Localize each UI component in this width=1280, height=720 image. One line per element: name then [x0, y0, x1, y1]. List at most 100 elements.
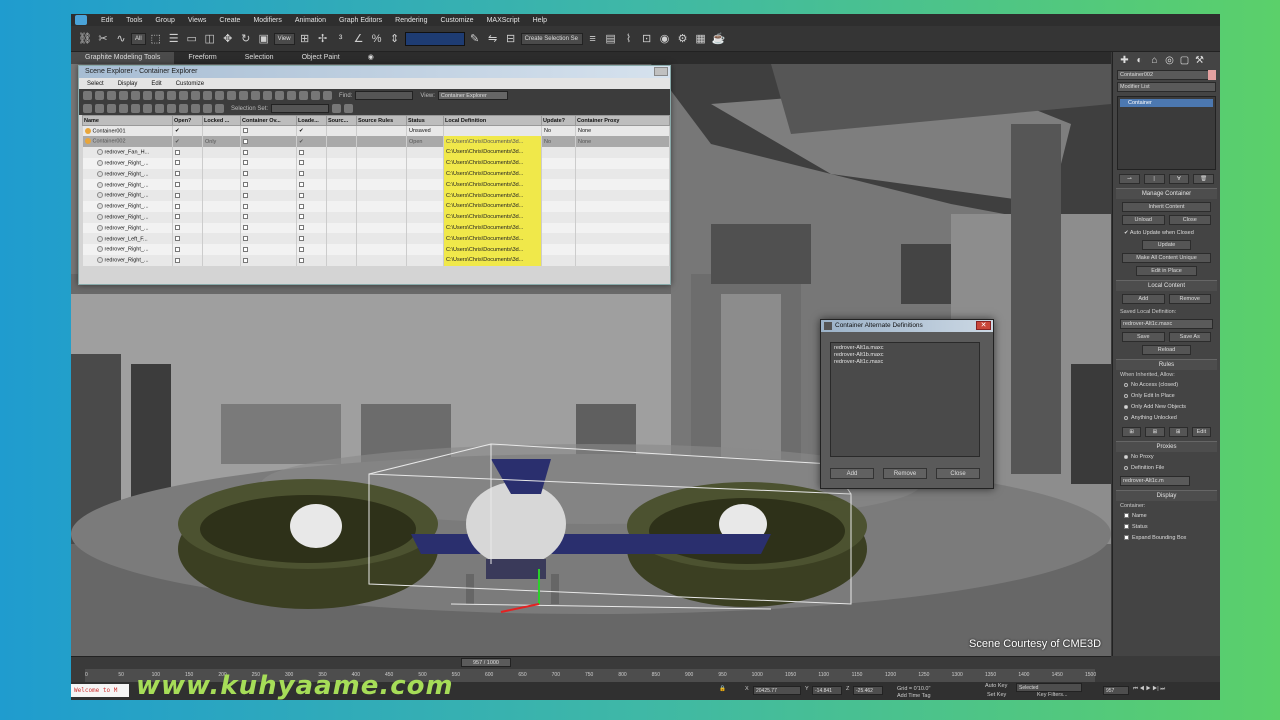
- checkbox[interactable]: [175, 171, 180, 177]
- definition-list-item[interactable]: redrover-Alt1c.maxc: [834, 359, 976, 366]
- proxies-header[interactable]: Proxies: [1116, 442, 1217, 452]
- local-definition-cell[interactable]: C:\Users\Chris\Documents\3d...: [443, 179, 542, 191]
- container-override-cell[interactable]: [240, 244, 297, 256]
- display-header[interactable]: Display: [1116, 491, 1217, 501]
- bind-space-warp-icon[interactable]: ∿: [113, 31, 129, 47]
- container-tool-icon[interactable]: [83, 104, 92, 113]
- container-override-cell[interactable]: [240, 255, 297, 266]
- local-definition-cell[interactable]: C:\Users\Chris\Documents\3d...: [443, 211, 542, 223]
- z-coordinate-field[interactable]: -25.462: [853, 686, 883, 695]
- table-row[interactable]: redrover_Right_... C:\Users\Chris\Documen…: [82, 179, 670, 191]
- proxy-file-dropdown[interactable]: redrover-Alt1c.m: [1120, 476, 1190, 486]
- table-row[interactable]: redrover_Right_... C:\Users\Chris\Documen…: [82, 157, 670, 169]
- container-tool-icon[interactable]: [107, 104, 116, 113]
- checkbox[interactable]: [299, 225, 304, 231]
- column-header[interactable]: Loade...: [296, 115, 327, 126]
- unload-button[interactable]: Unload: [1122, 215, 1165, 225]
- invert-filter-icon[interactable]: [323, 91, 332, 100]
- loaded-cell[interactable]: [296, 168, 327, 180]
- container-tool-icon[interactable]: [167, 104, 176, 113]
- checkbox[interactable]: [299, 171, 304, 177]
- save-as-button[interactable]: Save As: [1168, 332, 1211, 342]
- open-cell[interactable]: [172, 147, 203, 158]
- rules-tool-icon[interactable]: ⊞: [1122, 427, 1142, 437]
- container-override-cell[interactable]: [240, 168, 297, 180]
- lights-filter-icon[interactable]: [179, 91, 188, 100]
- column-header[interactable]: Name: [82, 115, 173, 126]
- menu-item-customize[interactable]: Customize: [440, 17, 473, 24]
- remove-content-button[interactable]: Remove: [1168, 294, 1211, 304]
- close-button[interactable]: Close: [936, 468, 980, 479]
- checkbox[interactable]: [175, 192, 180, 198]
- selection-filter-dropdown[interactable]: All: [131, 32, 146, 45]
- table-row[interactable]: redrover_Right_... C:\Users\Chris\Documen…: [82, 201, 670, 212]
- checkbox[interactable]: [243, 203, 248, 209]
- loaded-cell[interactable]: [296, 147, 327, 158]
- name-cell[interactable]: redrover_Fan_H...: [82, 147, 173, 158]
- column-header[interactable]: Source Rules: [356, 115, 407, 126]
- rotate-icon[interactable]: ↻: [238, 31, 254, 47]
- ribbon-tab-freeform[interactable]: Freeform: [174, 52, 230, 64]
- spacewarps-filter-icon[interactable]: [215, 91, 224, 100]
- checkbox[interactable]: [299, 246, 304, 252]
- open-cell[interactable]: ✔: [172, 136, 203, 148]
- graphite-toggle-icon[interactable]: ▤: [603, 31, 619, 47]
- open-cell[interactable]: [172, 233, 203, 245]
- checkbox[interactable]: [175, 160, 180, 166]
- bones-filter-icon[interactable]: [251, 91, 260, 100]
- name-cell[interactable]: redrover_Right_...: [82, 244, 173, 256]
- container-tool-icon[interactable]: [155, 104, 164, 113]
- display-influences-icon[interactable]: [143, 91, 152, 100]
- container-tool-icon[interactable]: [191, 104, 200, 113]
- window-crossing-icon[interactable]: ◫: [202, 31, 218, 47]
- local-definition-cell[interactable]: C:\Users\Chris\Documents\3d...: [443, 244, 542, 256]
- render-production-icon[interactable]: ☕: [711, 31, 727, 47]
- column-header[interactable]: Open?: [172, 115, 203, 126]
- edit-named-sets-icon[interactable]: ✎: [467, 31, 483, 47]
- move-icon[interactable]: ✥: [220, 31, 236, 47]
- named-selection-dropdown[interactable]: Create Selection Se: [520, 32, 583, 45]
- locked-cell[interactable]: [202, 211, 241, 223]
- definition-list-item[interactable]: redrover-Alt1b.maxc: [834, 352, 976, 359]
- radio-icon[interactable]: [1124, 454, 1128, 459]
- playback-controls[interactable]: ⏮ ◀ ▶ ▶| ⏭: [1133, 686, 1165, 693]
- checkbox[interactable]: [175, 246, 180, 252]
- geometry-filter-icon[interactable]: [155, 91, 164, 100]
- shapes-filter-icon[interactable]: [167, 91, 176, 100]
- name-cell[interactable]: redrover_Right_...: [82, 168, 173, 180]
- auto-key-button[interactable]: Auto Key: [985, 683, 1007, 689]
- locked-cell[interactable]: [202, 147, 241, 158]
- locked-cell[interactable]: [202, 233, 241, 245]
- motion-tab-icon[interactable]: ◎: [1164, 55, 1175, 66]
- checkbox[interactable]: [243, 160, 248, 166]
- open-cell[interactable]: [172, 157, 203, 169]
- y-coordinate-field[interactable]: -14.841: [812, 686, 842, 695]
- auto-update-checkbox[interactable]: ✔ Auto Update when Closed: [1116, 228, 1217, 239]
- menu-item-tools[interactable]: Tools: [126, 17, 142, 24]
- container-override-cell[interactable]: [240, 222, 297, 234]
- all-filter-icon[interactable]: [299, 91, 308, 100]
- open-cell[interactable]: [172, 190, 203, 202]
- checkbox[interactable]: [243, 257, 248, 263]
- local-definition-cell[interactable]: C:\Users\Chris\Documents\3d...: [443, 190, 542, 202]
- loaded-cell[interactable]: [296, 244, 327, 256]
- container-tool-icon[interactable]: [203, 104, 212, 113]
- radio-icon[interactable]: [1124, 465, 1128, 470]
- local-definition-cell[interactable]: C:\Users\Chris\Documents\3d...: [443, 201, 542, 212]
- open-cell[interactable]: ✔: [172, 125, 203, 137]
- locked-cell[interactable]: Only: [202, 136, 241, 148]
- checkbox[interactable]: [243, 246, 248, 252]
- loaded-cell[interactable]: [296, 233, 327, 245]
- save-button[interactable]: Save: [1122, 332, 1165, 342]
- locked-cell[interactable]: [202, 201, 241, 212]
- refresh-icon[interactable]: [344, 104, 354, 113]
- name-cell[interactable]: redrover_Left_F...: [82, 233, 173, 245]
- checkbox[interactable]: [299, 160, 304, 166]
- locked-cell[interactable]: [202, 190, 241, 202]
- close-dialog-button[interactable]: ✕: [976, 321, 991, 330]
- scene-explorer-menu-display[interactable]: Display: [118, 81, 138, 87]
- lock-selection-icon[interactable]: 🔒: [719, 686, 726, 692]
- checkbox[interactable]: [299, 181, 304, 187]
- table-row[interactable]: redrover_Right_... C:\Users\Chris\Documen…: [82, 190, 670, 202]
- column-header[interactable]: Sourc...: [326, 115, 357, 126]
